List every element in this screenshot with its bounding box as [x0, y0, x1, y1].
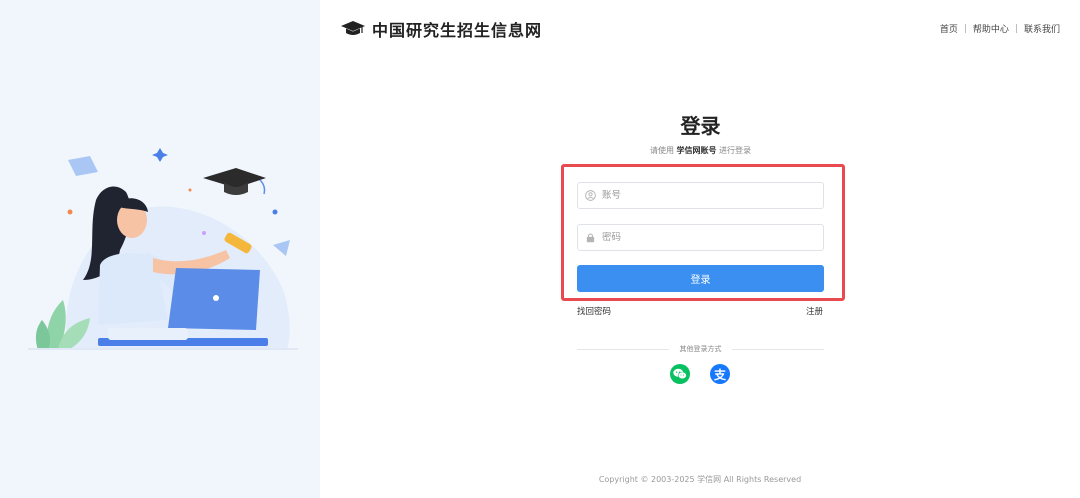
- nav-home-link[interactable]: 首页: [940, 22, 958, 35]
- wechat-login-button[interactable]: [670, 364, 690, 384]
- password-field[interactable]: [577, 224, 824, 251]
- login-heading: 登录: [680, 114, 721, 138]
- nav-contact-link[interactable]: 联系我们: [1024, 22, 1060, 35]
- site-title: 中国研究生招生信息网: [372, 21, 543, 40]
- nav-separator: |: [1014, 23, 1018, 34]
- recover-password-link[interactable]: 找回密码: [577, 305, 611, 317]
- nav-help-link[interactable]: 帮助中心: [973, 22, 1009, 35]
- alipay-login-button[interactable]: 支: [710, 364, 730, 384]
- nav-separator: |: [963, 23, 967, 34]
- login-button[interactable]: 登录: [577, 265, 824, 292]
- site-brand[interactable]: 中国研究生招生信息网: [340, 17, 542, 41]
- login-page: 中国研究生招生信息网 首页 | 帮助中心 | 联系我们 登录 请使用 学信网账号…: [0, 0, 1080, 498]
- top-nav: 首页 | 帮助中心 | 联系我们: [940, 22, 1060, 36]
- lock-icon: [586, 233, 595, 243]
- copyright-footer: Copyright © 2003-2025 学信网 All Rights Res…: [598, 475, 802, 484]
- subtitle-account-type: 学信网账号: [676, 146, 717, 155]
- password-input[interactable]: [602, 232, 822, 243]
- subtitle-suffix: 进行登录: [719, 146, 752, 155]
- login-subtitle: 请使用 学信网账号 进行登录: [577, 145, 824, 156]
- left-illustration-panel: [0, 0, 320, 498]
- other-login-methods: 其他登录方式: [577, 344, 824, 354]
- alipay-icon: 支: [713, 367, 726, 382]
- user-icon: [585, 190, 596, 201]
- register-link[interactable]: 注册: [806, 305, 823, 317]
- graduation-cap-icon: [341, 21, 365, 35]
- account-field[interactable]: [577, 182, 824, 209]
- divider-right: [732, 349, 824, 350]
- subtitle-prefix: 请使用: [649, 146, 674, 155]
- student-illustration: [28, 148, 298, 350]
- wechat-icon: [673, 368, 687, 380]
- account-input[interactable]: [602, 190, 822, 201]
